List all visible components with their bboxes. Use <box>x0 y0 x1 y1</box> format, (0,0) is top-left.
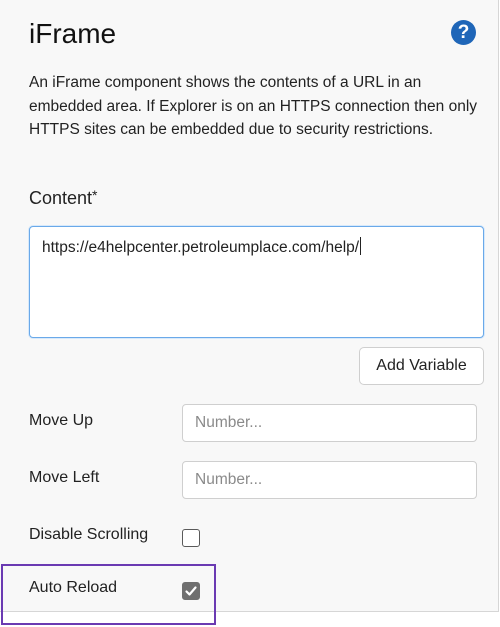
panel-description: An iFrame component shows the contents o… <box>29 74 478 138</box>
panel-title: iFrame <box>29 18 117 49</box>
help-icon[interactable]: ? <box>451 20 476 45</box>
iframe-settings-panel: iFrame ? An iFrame component shows the c… <box>0 0 499 612</box>
content-textarea[interactable]: https://e4helpcenter.petroleumplace.com/… <box>29 226 484 338</box>
required-marker: * <box>92 187 98 203</box>
auto-reload-highlight-box <box>1 564 216 625</box>
move-left-input[interactable] <box>182 461 477 499</box>
disable-scrolling-label: Disable Scrolling <box>29 526 149 543</box>
disable-scrolling-checkbox[interactable] <box>182 529 200 547</box>
text-caret <box>360 237 362 255</box>
move-up-input[interactable] <box>182 404 477 442</box>
content-label-text: Content <box>29 188 93 208</box>
content-label: Content* <box>29 187 98 209</box>
move-left-label: Move Left <box>29 469 100 486</box>
move-up-label: Move Up <box>29 412 94 429</box>
add-variable-button[interactable]: Add Variable <box>359 347 484 385</box>
content-value: https://e4helpcenter.petroleumplace.com/… <box>42 239 360 256</box>
